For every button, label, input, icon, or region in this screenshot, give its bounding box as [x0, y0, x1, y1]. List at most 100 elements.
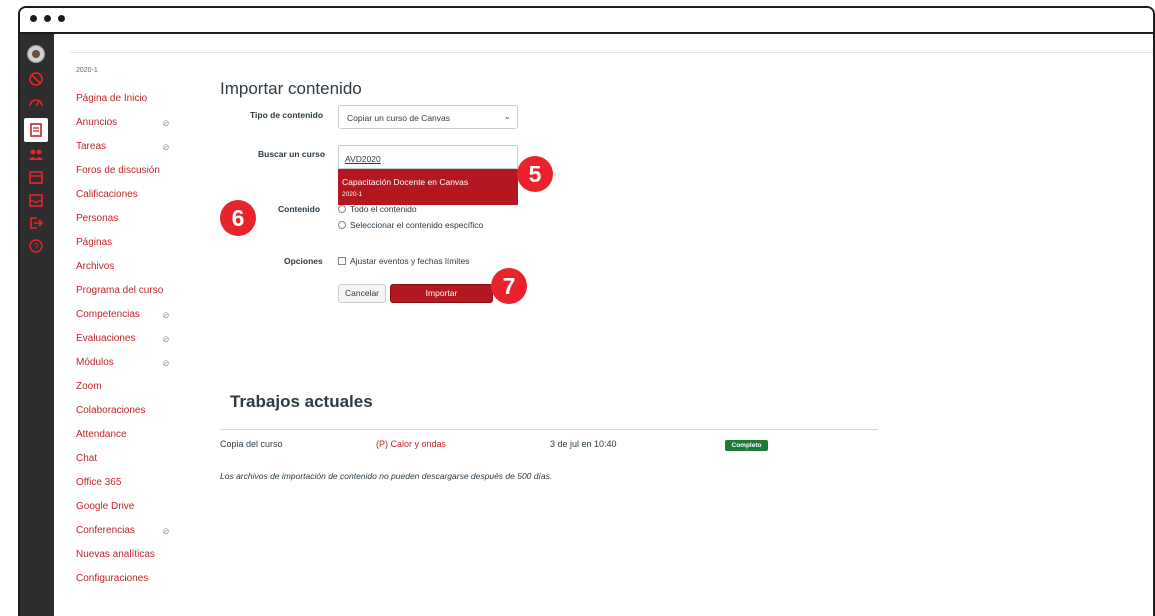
content-label: Contenido	[278, 204, 321, 214]
search-course-input[interactable]: AVD2020	[338, 145, 518, 169]
course-nav-label: Página de Inicio	[76, 93, 148, 104]
step-marker-7: 7	[491, 268, 527, 304]
step-marker-5: 5	[517, 156, 553, 192]
course-nav-label: Configuraciones	[76, 573, 149, 584]
course-nav-item[interactable]: Foros de discusión	[76, 164, 196, 188]
browser-window: ? 2020-1 Página de Inicio Anuncios ⊘ Tareas…	[18, 6, 1155, 616]
course-nav-item[interactable]: Google Drive	[76, 500, 196, 524]
course-nav-label: Competencias	[76, 309, 140, 320]
job-date: 3 de jul en 10:40	[550, 439, 617, 449]
radio-all-content-label: Todo el contenido	[350, 204, 417, 214]
jobs-divider	[220, 429, 878, 430]
window-titlebar	[20, 8, 1153, 34]
course-nav-label: Nuevas analíticas	[76, 549, 155, 560]
adjust-dates-checkbox[interactable]: Ajustar eventos y fechas límites	[338, 256, 470, 266]
course-nav-item[interactable]: Office 365	[76, 476, 196, 500]
job-course-link[interactable]: (P) Calor y ondas	[376, 439, 446, 449]
course-nav-label: Programa del curso	[76, 285, 164, 296]
options-label: Opciones	[284, 256, 323, 266]
course-nav-item[interactable]: Chat	[76, 452, 196, 476]
checkbox-icon	[338, 257, 346, 265]
course-nav-item[interactable]: Archivos	[76, 260, 196, 284]
course-nav-label: Foros de discusión	[76, 165, 160, 176]
page-title: Importar contenido	[220, 79, 362, 98]
help-icon[interactable]: ?	[27, 237, 45, 255]
course-nav-item[interactable]: Nuevas analíticas	[76, 548, 196, 572]
groups-icon[interactable]	[27, 145, 45, 163]
course-nav-item[interactable]: Anuncios ⊘	[76, 116, 196, 140]
course-nav-label: Office 365	[76, 477, 122, 488]
course-navigation: Página de Inicio Anuncios ⊘ Tareas ⊘ Foros de…	[76, 92, 196, 596]
inbox-icon[interactable]	[27, 191, 45, 209]
course-nav-item[interactable]: Zoom	[76, 380, 196, 404]
course-nav-item[interactable]: Competencias ⊘	[76, 308, 196, 332]
radio-circle-icon	[338, 205, 346, 213]
status-badge: Completo	[725, 440, 768, 451]
header-divider	[70, 52, 1153, 53]
course-nav-label: Google Drive	[76, 501, 135, 512]
content-type-value: Copiar un curso de Canvas	[347, 113, 451, 123]
jobs-title: Trabajos actuales	[230, 392, 373, 411]
radio-circle-icon	[338, 221, 346, 229]
import-button[interactable]: Importar	[390, 284, 493, 303]
course-nav-label: Evaluaciones	[76, 333, 136, 344]
course-nav-label: Módulos	[76, 357, 114, 368]
eye-off-icon: ⊘	[162, 334, 170, 344]
cancel-button[interactable]: Cancelar	[338, 284, 386, 303]
radio-specific-content[interactable]: Seleccionar el contenido específico	[338, 220, 483, 230]
course-nav-item[interactable]: Attendance	[76, 428, 196, 452]
global-navigation: ?	[20, 34, 54, 616]
dashboard-icon[interactable]	[27, 94, 45, 112]
job-type: Copia del curso	[220, 439, 283, 449]
eye-off-icon: ⊘	[162, 310, 170, 320]
course-nav-item[interactable]: Tareas ⊘	[76, 140, 196, 164]
course-nav-label: Calificaciones	[76, 189, 138, 200]
course-term: 2020-1	[76, 67, 98, 74]
course-nav-label: Chat	[76, 453, 98, 464]
radio-specific-content-label: Seleccionar el contenido específico	[350, 220, 484, 230]
eye-off-icon: ⊘	[162, 526, 170, 536]
course-nav-item[interactable]: Configuraciones	[76, 572, 196, 596]
course-nav-item[interactable]: Evaluaciones ⊘	[76, 332, 196, 356]
course-nav-item[interactable]: Calificaciones	[76, 188, 196, 212]
eye-off-icon: ⊘	[162, 118, 170, 128]
course-nav-label: Anuncios	[76, 117, 118, 128]
course-nav-item[interactable]: Página de Inicio	[76, 92, 196, 116]
course-nav-label: Conferencias	[76, 525, 135, 536]
eye-off-icon: ⊘	[162, 358, 170, 368]
window-dot-icon	[30, 15, 37, 22]
course-nav-label: Tareas	[76, 141, 107, 152]
course-nav-item[interactable]: Programa del curso	[76, 284, 196, 308]
svg-text:?: ?	[33, 242, 38, 252]
course-nav-item[interactable]: Conferencias ⊘	[76, 524, 196, 548]
courses-icon[interactable]	[24, 118, 48, 142]
course-nav-label: Zoom	[76, 381, 102, 392]
course-nav-item[interactable]: Módulos ⊘	[76, 356, 196, 380]
calendar-icon[interactable]	[27, 168, 45, 186]
radio-all-content[interactable]: Todo el contenido	[338, 204, 417, 214]
course-nav-item[interactable]: Colaboraciones	[76, 404, 196, 428]
step-marker-6: 6	[220, 200, 256, 236]
course-suggestion[interactable]: Capacitación Docente en Canvas 2020-1	[338, 169, 518, 205]
course-nav-label: Colaboraciones	[76, 405, 146, 416]
search-course-label: Buscar un curso	[258, 149, 326, 159]
window-dot-icon	[44, 15, 51, 22]
admin-icon[interactable]	[27, 70, 45, 88]
window-dot-icon	[58, 15, 65, 22]
logout-icon[interactable]	[27, 214, 45, 232]
suggestion-title: Capacitación Docente en Canvas	[342, 177, 469, 187]
eye-off-icon: ⊘	[162, 142, 170, 152]
course-nav-label: Páginas	[76, 237, 113, 248]
course-nav-label: Archivos	[76, 261, 115, 272]
course-nav-item[interactable]: Páginas	[76, 236, 196, 260]
chevron-down-icon: ⌄	[503, 111, 511, 121]
course-nav-label: Attendance	[76, 429, 127, 440]
content-type-label: Tipo de contenido	[250, 110, 324, 120]
course-nav-label: Personas	[76, 213, 119, 224]
course-nav-item[interactable]: Personas	[76, 212, 196, 236]
jobs-note: Los archivos de importación de contenido…	[220, 471, 553, 481]
suggestion-term: 2020-1	[342, 191, 363, 198]
adjust-dates-label: Ajustar eventos y fechas límites	[350, 256, 470, 266]
content-type-select[interactable]: Copiar un curso de Canvas ⌄	[338, 105, 518, 129]
user-avatar-icon[interactable]	[27, 45, 45, 63]
